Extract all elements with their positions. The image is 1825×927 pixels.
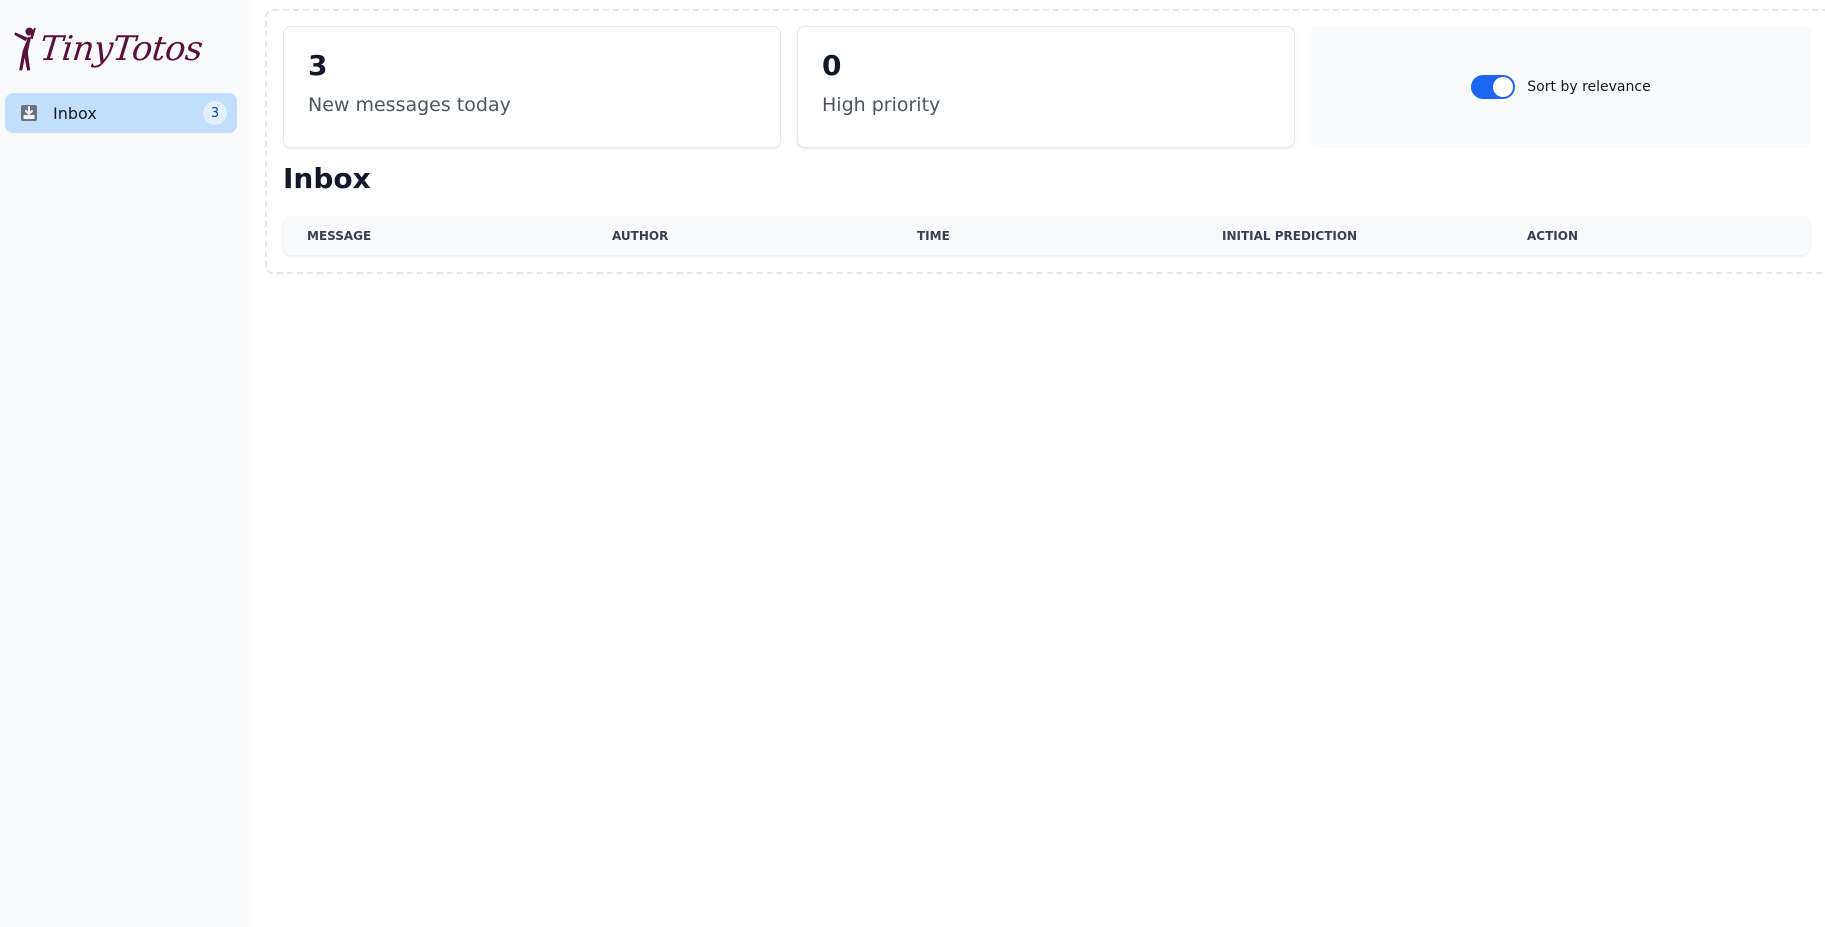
column-header-message: Message (307, 229, 372, 243)
sort-toggle-panel: Sort by relevance (1311, 26, 1811, 148)
inbox-download-icon (17, 101, 41, 125)
column-header-time: Time (917, 229, 950, 243)
column-header-initial-prediction: Initial prediction (1222, 229, 1358, 243)
sidebar: TinyTotos Inbox 3 (0, 0, 249, 927)
inbox-title: Inbox (283, 162, 371, 195)
inbox-table-header: Message Author Time Initial prediction A… (283, 217, 1810, 255)
unread-count-badge: 3 (203, 101, 227, 125)
stat-card-high-priority: 0 High priority (797, 26, 1295, 148)
column-header-action: Action (1527, 229, 1578, 243)
sort-toggle-label: Sort by relevance (1527, 79, 1651, 95)
sidebar-item-inbox[interactable]: Inbox 3 (5, 93, 237, 133)
dancing-figure-icon (14, 27, 36, 71)
sidebar-item-label: Inbox (53, 103, 97, 123)
stat-value: 0 (822, 49, 842, 82)
toggle-knob (1493, 77, 1514, 97)
stat-value: 3 (308, 49, 328, 82)
stat-label: High priority (822, 93, 941, 116)
stat-card-new-messages: 3 New messages today (283, 26, 781, 148)
sort-by-relevance-toggle[interactable] (1471, 75, 1516, 99)
logo-text: TinyTotos (37, 29, 205, 69)
stat-label: New messages today (308, 93, 511, 116)
logo[interactable]: TinyTotos (12, 18, 205, 80)
column-header-author: Author (612, 229, 669, 243)
